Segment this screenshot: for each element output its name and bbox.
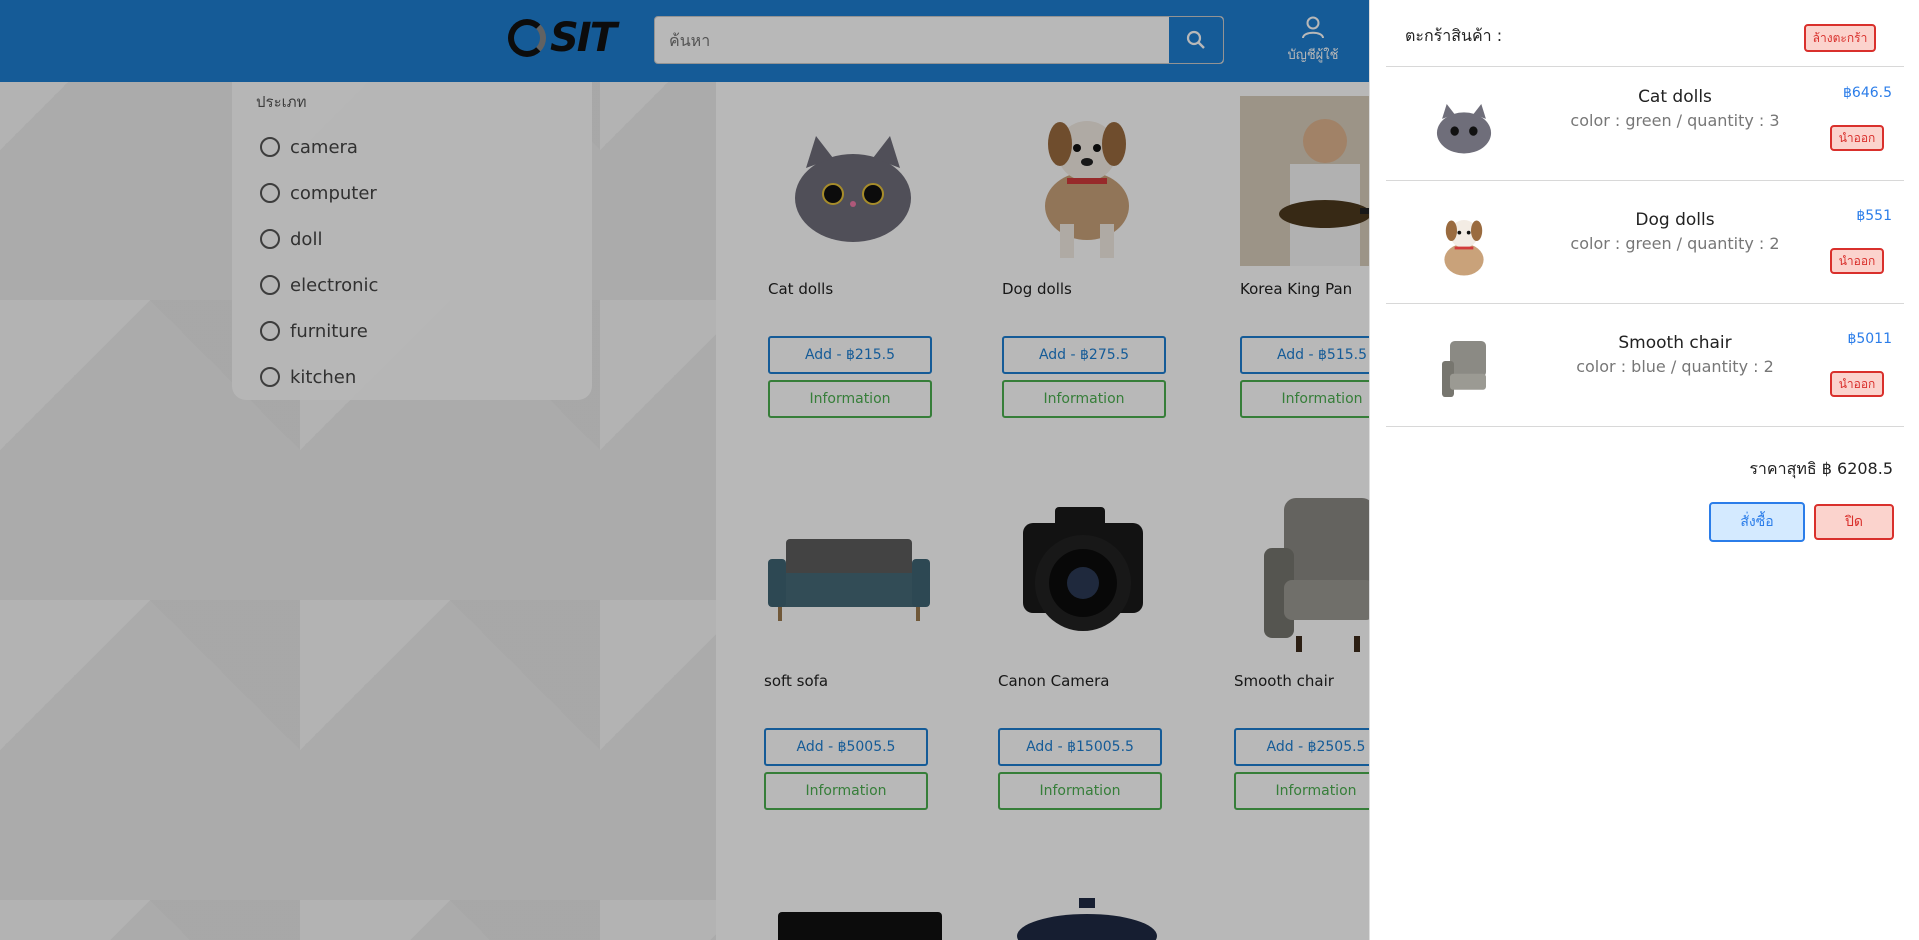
cart-item: Smooth chair color : blue / quantity : 2…	[1386, 313, 1904, 435]
cart-item-detail: color : blue / quantity : 2	[1576, 357, 1774, 376]
cart-item: Cat dolls color : green / quantity : 3 ฿…	[1386, 67, 1904, 189]
divider	[1386, 426, 1904, 427]
cart-item-name: Dog dolls	[1635, 210, 1715, 230]
close-cart-button[interactable]: ปิด	[1814, 504, 1894, 540]
cat-doll-icon	[1424, 85, 1504, 165]
dog-doll-icon	[1424, 208, 1504, 288]
divider	[1386, 180, 1904, 181]
cart-item: Dog dolls color : green / quantity : 2 ฿…	[1386, 190, 1904, 312]
cart-item-name: Smooth chair	[1618, 333, 1732, 353]
cart-item-name: Cat dolls	[1638, 87, 1712, 107]
divider	[1386, 303, 1904, 304]
chair-icon	[1424, 331, 1504, 411]
cart-title: ตะกร้าสินค้า :	[1405, 26, 1503, 45]
cart-item-detail: color : green / quantity : 3	[1570, 111, 1780, 130]
cart-item-price: ฿551	[1856, 208, 1892, 224]
clear-cart-button[interactable]: ล้างตะกร้า	[1804, 24, 1876, 52]
cart-item-detail: color : green / quantity : 2	[1570, 234, 1780, 253]
cart-item-price: ฿646.5	[1843, 85, 1892, 101]
modal-overlay[interactable]	[0, 0, 1369, 940]
cart-total: ราคาสุทธิ ฿ 6208.5	[1749, 459, 1893, 478]
cart-drawer: ตะกร้าสินค้า : ล้างตะกร้า Cat dolls colo…	[1369, 0, 1919, 940]
remove-item-button[interactable]: นำออก	[1830, 248, 1884, 274]
order-button[interactable]: สั่งซื้อ	[1709, 502, 1805, 542]
remove-item-button[interactable]: นำออก	[1830, 125, 1884, 151]
remove-item-button[interactable]: นำออก	[1830, 371, 1884, 397]
cart-item-price: ฿5011	[1847, 331, 1892, 347]
